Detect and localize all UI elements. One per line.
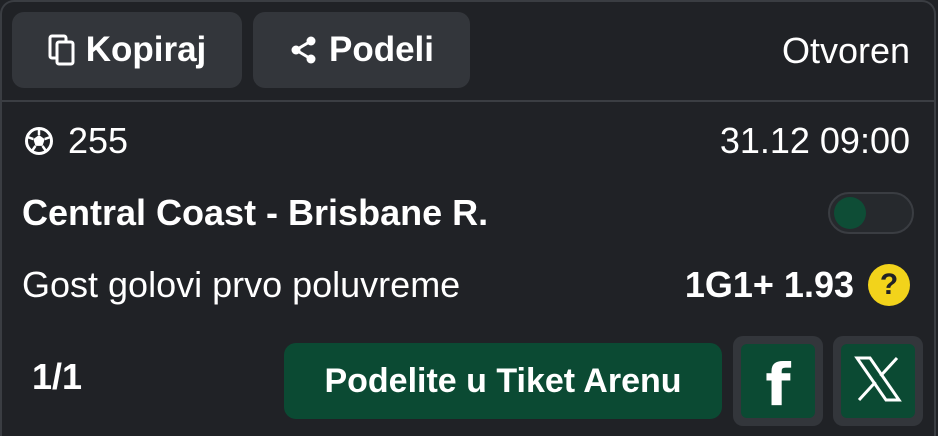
facebook-icon: f — [765, 351, 791, 419]
fix-toggle[interactable] — [828, 192, 914, 234]
copy-button[interactable]: Kopiraj — [12, 12, 242, 88]
soccer-ball-icon — [24, 126, 54, 156]
page-indicator: 1/1 — [32, 356, 83, 397]
share-icon — [289, 35, 319, 65]
ticket-card: Kopiraj Podeli Otvoren 255 31.12 09:00 C… — [0, 0, 936, 436]
x-share-button[interactable] — [833, 336, 923, 426]
share-arena-button[interactable]: Podelite u Tiket Arenu — [284, 343, 722, 419]
facebook-share-button[interactable]: f — [733, 336, 823, 426]
share-button[interactable]: Podeli — [253, 12, 470, 88]
market-name: Gost golovi prvo poluvreme — [22, 264, 461, 305]
event-id: 255 — [68, 120, 129, 161]
toggle-knob — [834, 197, 866, 229]
ticket-toolbar: Kopiraj Podeli Otvoren — [2, 2, 934, 102]
ticket-status: Otvoren — [781, 30, 910, 71]
odds-value: 1G1+ 1.93 — [684, 264, 854, 305]
event-id-row: 255 — [24, 120, 128, 162]
share-label: Podeli — [328, 30, 435, 69]
help-icon[interactable]: ? — [868, 264, 910, 306]
match-name: Central Coast - Brisbane R. — [22, 192, 489, 233]
copy-label: Kopiraj — [85, 30, 207, 69]
x-icon — [853, 354, 903, 409]
event-datetime: 31.12 09:00 — [719, 120, 910, 161]
copy-icon — [48, 34, 76, 66]
